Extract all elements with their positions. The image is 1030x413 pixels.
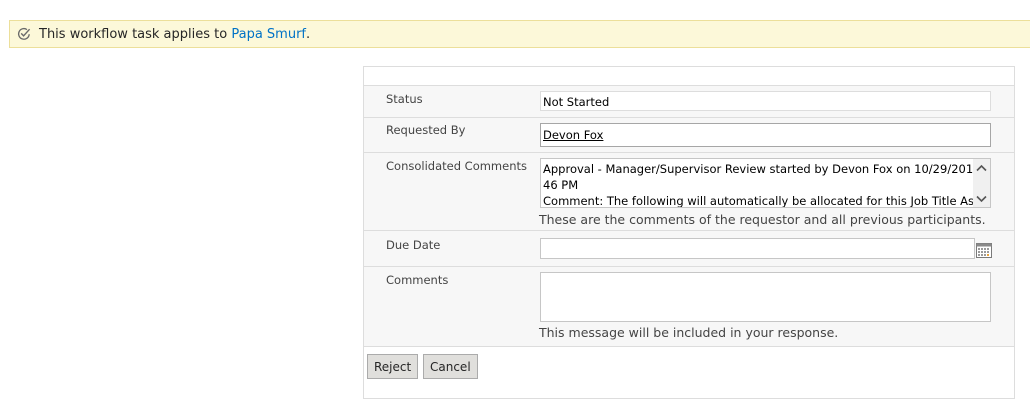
- due-date-input[interactable]: [540, 238, 975, 259]
- banner-text: This workflow task applies to: [39, 26, 232, 42]
- consolidated-comments-row: Consolidated Comments Approval - Manager…: [364, 152, 1014, 231]
- button-bar-divider: [364, 346, 1014, 347]
- workflow-task-banner: This workflow task applies to Papa Smurf…: [9, 20, 1030, 48]
- status-value: Not Started: [543, 95, 610, 109]
- comments-helper: This message will be included in your re…: [539, 325, 839, 340]
- status-row: Status Not Started: [364, 85, 1014, 118]
- status-field[interactable]: Not Started: [540, 91, 991, 111]
- assignee-link[interactable]: Papa Smurf: [231, 27, 306, 42]
- due-date-row: Due Date: [364, 230, 1014, 267]
- consolidated-comments-text: Approval - Manager/Supervisor Review sta…: [543, 161, 973, 208]
- requested-by-value[interactable]: Devon Fox: [543, 128, 603, 142]
- cancel-button[interactable]: Cancel: [423, 354, 478, 379]
- banner-suffix: .: [306, 26, 311, 42]
- comments-label: Comments: [386, 273, 449, 287]
- comments-row: Comments This message will be included i…: [364, 266, 1014, 347]
- comments-scrollbar[interactable]: [973, 159, 990, 207]
- scroll-down-icon[interactable]: [973, 190, 990, 207]
- due-date-label: Due Date: [386, 238, 441, 252]
- comment-line: Approval - Manager/Supervisor Review sta…: [543, 162, 973, 176]
- task-check-icon: [16, 26, 32, 42]
- task-form: Status Not Started Requested By Devon Fo…: [363, 66, 1015, 399]
- consolidated-comments-textarea[interactable]: Approval - Manager/Supervisor Review sta…: [540, 158, 991, 208]
- scroll-up-icon[interactable]: [973, 159, 990, 176]
- requested-by-field[interactable]: Devon Fox: [540, 123, 991, 147]
- comment-line: Comment: The following will automaticall…: [543, 194, 973, 208]
- consolidated-comments-label: Consolidated Comments: [386, 159, 527, 173]
- calendar-icon[interactable]: [976, 242, 992, 258]
- requested-by-row: Requested By Devon Fox: [364, 117, 1014, 153]
- consolidated-comments-helper: These are the comments of the requestor …: [539, 212, 986, 227]
- reject-button[interactable]: Reject: [367, 354, 419, 379]
- comment-line: 46 PM: [543, 178, 579, 192]
- requested-by-label: Requested By: [386, 123, 466, 137]
- comments-textarea[interactable]: [540, 272, 991, 322]
- status-label: Status: [386, 92, 423, 106]
